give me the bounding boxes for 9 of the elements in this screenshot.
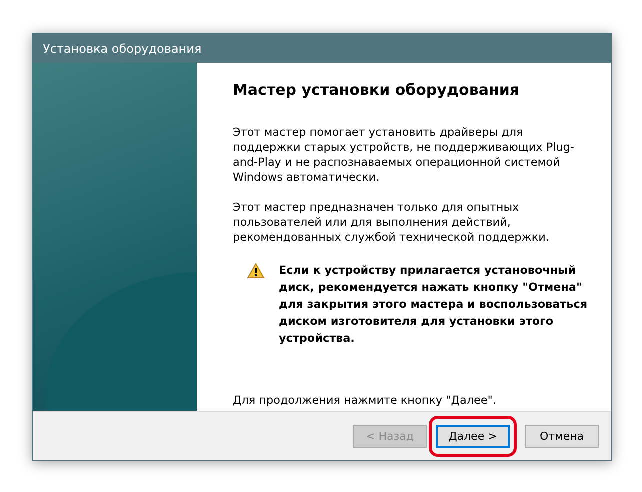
instruction-text: Для продолжения нажмите кнопку "Далее". <box>233 394 498 409</box>
warning-text: Если к устройству прилагается установочный диск, рекомендуется нажать кнопку "Отмена" для закрытия этого мастера и воспользоваться диском изготовителя для установки этого устройства. <box>279 263 589 347</box>
description-text: Этот мастер помогает установить драйверы для поддержки старых устройств, не поддерживающих Plug-and-Play и не распознаваемых операционной системой Windows автоматически. <box>233 125 576 185</box>
warning-icon <box>247 263 265 279</box>
description-text: Этот мастер предназначен только для опытных пользователей или для выполнения действий, рекомендованных службой технической поддержки. <box>233 200 550 245</box>
window-title: Установка оборудования <box>33 34 611 63</box>
cancel-button[interactable]: Отмена <box>525 424 599 448</box>
next-button[interactable]: Далее > <box>436 424 510 448</box>
wizard-heading: Мастер установки оборудования <box>233 81 520 99</box>
